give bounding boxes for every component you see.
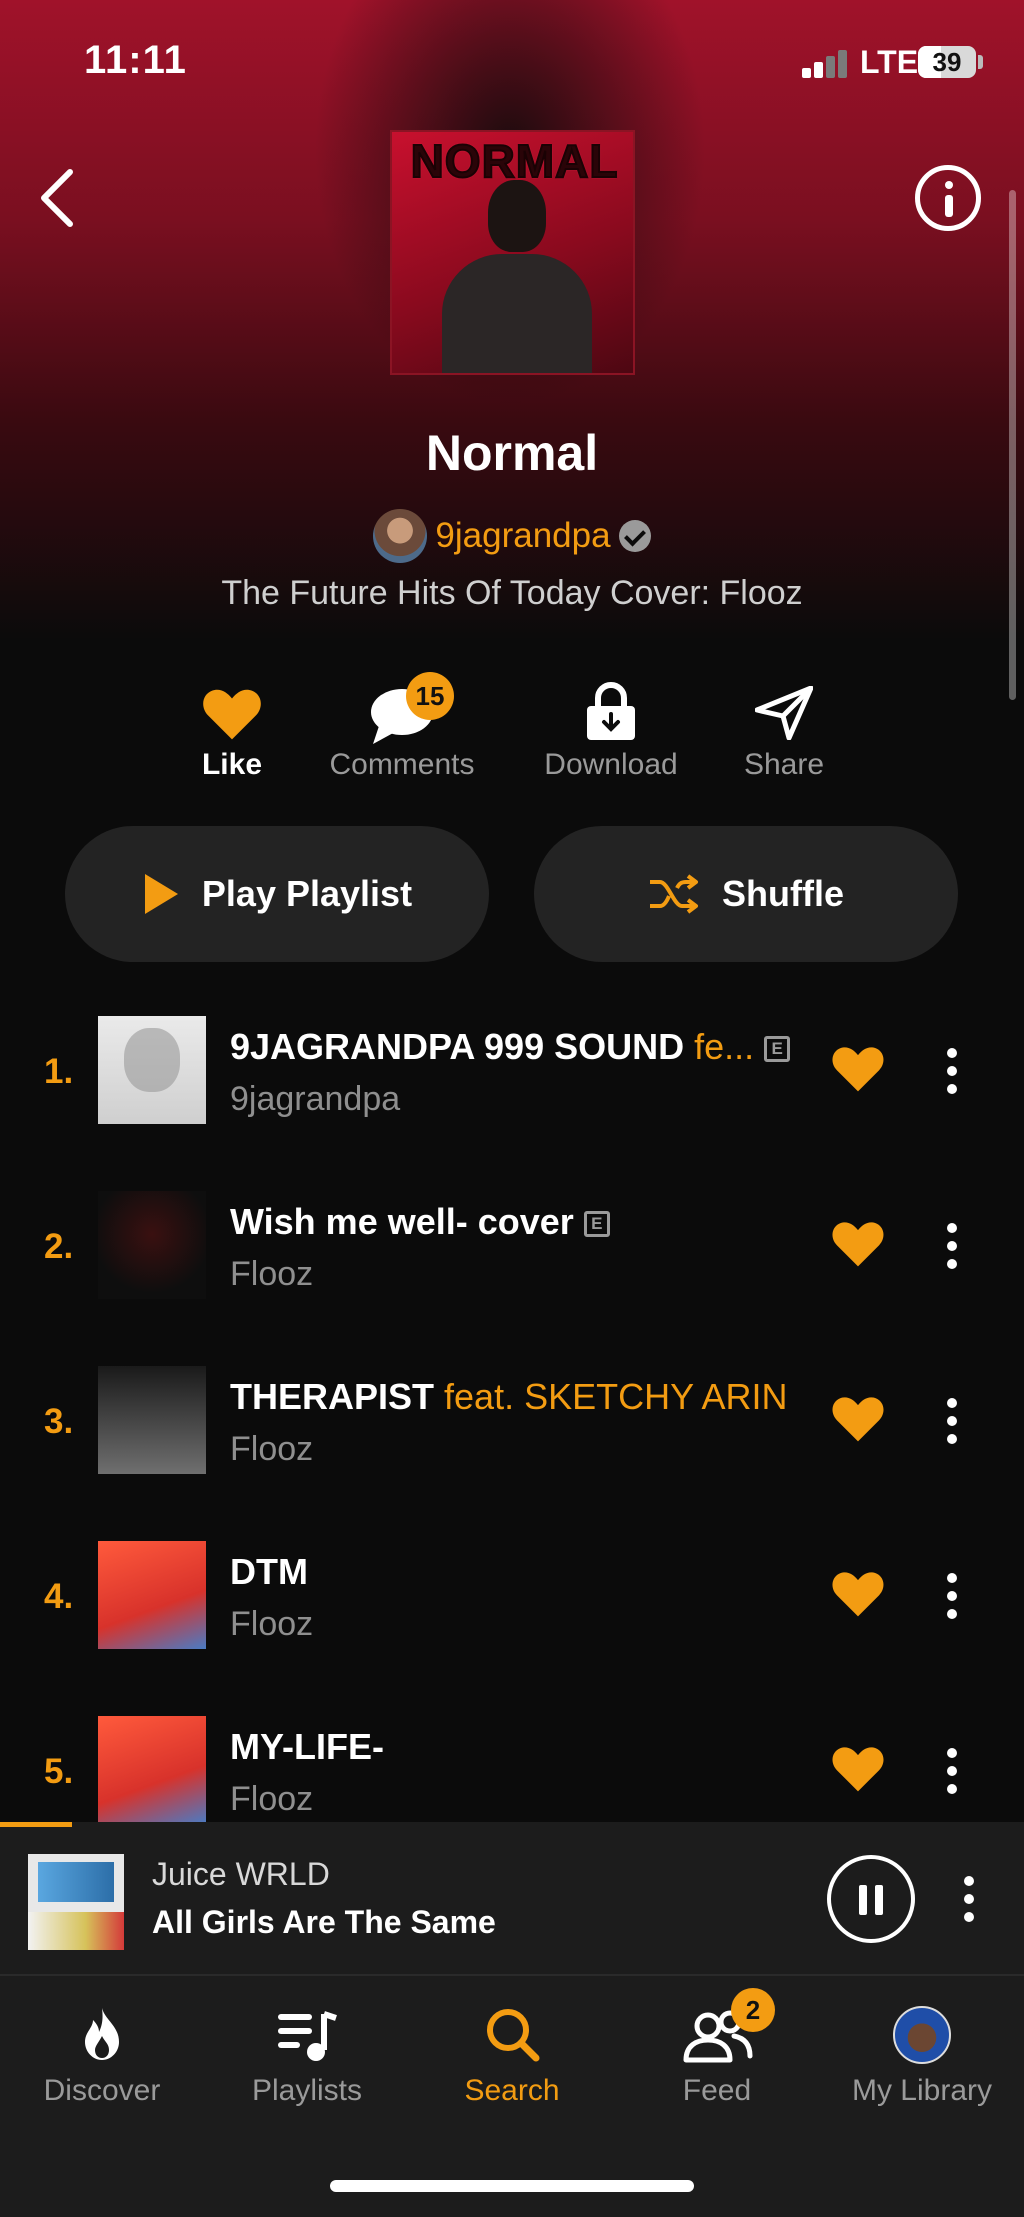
heart-icon[interactable] [830,1040,886,1096]
avatar [893,2006,951,2064]
status-time: 11:11 [84,38,187,82]
playback-progress [0,1822,72,1827]
back-button[interactable] [30,162,86,234]
track-artist[interactable]: Flooz [230,1430,313,1469]
track-title[interactable]: MY-LIFE- [230,1726,384,1768]
track-number: 2. [44,1227,74,1266]
comments-label: Comments [329,748,475,781]
track-artwork [98,1366,206,1474]
chevron-left-icon [41,169,73,227]
signal-icon [802,48,848,78]
home-indicator[interactable] [330,2180,694,2192]
tab-playlists[interactable]: Playlists [207,2006,407,2116]
send-icon [755,686,813,740]
flame-icon [85,2008,119,2060]
heart-icon[interactable] [830,1390,886,1446]
track-row[interactable]: 5. MY-LIFE- Flooz [0,1700,1024,1822]
tab-discover[interactable]: Discover [2,2006,202,2116]
track-title[interactable]: DTM [230,1551,308,1593]
play-icon [144,874,178,914]
playlist-cover: NORMAL [390,130,635,375]
comments-button[interactable]: 15 Comments [312,672,492,788]
tab-label: Feed [682,2074,752,2107]
like-button[interactable]: Like [142,678,322,788]
track-number: 5. [44,1752,74,1791]
tab-label: Discover [43,2074,161,2107]
network-label: LTE [860,44,919,80]
track-row[interactable]: 3. THERAPIST feat. SKETCHY ARIN Flooz [0,1350,1024,1525]
info-icon [945,181,953,189]
play-playlist-label: Play Playlist [201,873,413,914]
more-options-icon[interactable] [940,1223,964,1279]
shuffle-icon [650,874,698,914]
mini-player[interactable]: Juice WRLD All Girls Are The Same [0,1822,1024,1976]
track-artwork [98,1191,206,1299]
tab-label: Playlists [251,2074,363,2107]
track-row[interactable]: 4. DTM Flooz [0,1525,1024,1700]
explicit-icon: E [764,1036,791,1063]
download-label: Download [544,748,678,781]
tab-my-library[interactable]: My Library [822,2006,1022,2116]
track-title[interactable]: THERAPIST feat. SKETCHY ARIN [230,1376,787,1418]
heart-icon [203,689,261,740]
playlist-icon [278,2011,337,2061]
explicit-icon: E [583,1211,610,1238]
track-artist[interactable]: Flooz [230,1605,313,1644]
shuffle-button[interactable]: Shuffle [534,826,958,962]
battery-icon: 39 [918,46,976,78]
now-playing-title: All Girls Are The Same [152,1904,496,1940]
playlist-description: The Future Hits Of Today Cover: Flooz [221,574,803,612]
track-artwork [98,1716,206,1822]
search-icon [487,2009,540,2062]
avatar[interactable] [373,509,428,563]
track-title[interactable]: 9JAGRANDPA 999 SOUND fe... E [230,1026,791,1068]
play-playlist-button[interactable]: Play Playlist [65,826,489,962]
share-button[interactable]: Share [694,678,874,788]
track-row[interactable]: 2. Wish me well- cover E Flooz [0,1175,1024,1350]
more-options-icon[interactable] [940,1573,964,1629]
track-artist[interactable]: 9jagrandpa [230,1080,400,1119]
info-button[interactable] [915,165,981,231]
tab-label: Search [464,2074,560,2107]
heart-icon[interactable] [830,1740,886,1796]
share-label: Share [743,748,825,781]
heart-icon[interactable] [830,1565,886,1621]
battery-level: 39 [932,47,962,77]
heart-icon[interactable] [830,1215,886,1271]
download-button[interactable]: Download [521,678,701,788]
more-options-icon[interactable] [940,1398,964,1454]
pause-icon [859,1885,867,1915]
track-title[interactable]: Wish me well- cover E [230,1201,610,1243]
shuffle-label: Shuffle [722,873,844,914]
like-label: Like [201,748,263,781]
verified-icon [618,520,651,552]
owner-name[interactable]: 9jagrandpa [435,516,610,556]
now-playing-artist: Juice WRLD [152,1856,330,1892]
tab-label: My Library [851,2074,993,2107]
track-number: 4. [44,1577,74,1616]
track-artwork [98,1016,206,1124]
playlist-title: Normal [425,425,599,481]
status-bar: 11:11 LTE 39 [0,0,1024,120]
battery-tip [978,55,983,69]
owner-row[interactable]: 9jagrandpa [0,508,1024,564]
lock-download-icon [587,682,635,740]
feed-badge: 2 [731,1988,775,2032]
comments-count-badge: 15 [406,672,454,720]
tab-search[interactable]: Search [412,2006,612,2116]
more-options-icon[interactable] [958,1876,980,1932]
track-artist[interactable]: Flooz [230,1255,313,1294]
track-artwork [98,1541,206,1649]
now-playing-artwork [28,1854,124,1950]
track-artist[interactable]: Flooz [230,1780,313,1819]
more-options-icon[interactable] [940,1048,964,1104]
track-row[interactable]: 1. 9JAGRANDPA 999 SOUND fe... E 9jagrandp… [0,1000,1024,1175]
pause-button[interactable] [827,1855,915,1943]
tab-feed[interactable]: 2 Feed [617,1988,817,2116]
track-number: 1. [44,1052,74,1091]
more-options-icon[interactable] [940,1748,964,1804]
track-number: 3. [44,1402,74,1441]
